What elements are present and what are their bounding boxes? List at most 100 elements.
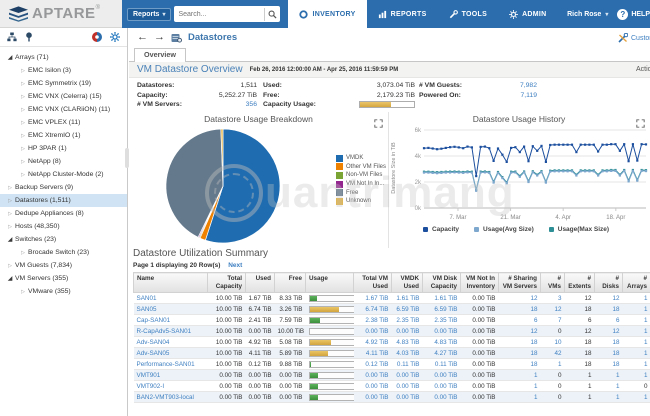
- column-header-sharing_vm_servers[interactable]: # Sharing VM Servers: [499, 273, 541, 293]
- cell-link[interactable]: 4.83 TiB: [396, 339, 419, 346]
- sidebar-item-vm-guests[interactable]: ▷VM Guests (7,834): [0, 259, 127, 272]
- cell-total_vm_used[interactable]: 2.38 TiB: [354, 315, 392, 326]
- cell-link[interactable]: 1: [616, 372, 620, 379]
- cell-link[interactable]: VMT901: [137, 372, 161, 379]
- cell-link[interactable]: SAN01: [137, 295, 157, 302]
- cell-link[interactable]: 0.00 TiB: [396, 394, 419, 401]
- hierarchy-icon[interactable]: [7, 32, 17, 42]
- cell-disks[interactable]: 18: [595, 304, 623, 315]
- cell-link[interactable]: 1: [644, 306, 648, 313]
- cell-arrays[interactable]: 1: [623, 304, 650, 315]
- cell-link[interactable]: SAN05: [137, 306, 157, 313]
- expand-icon[interactable]: ▷: [5, 198, 15, 204]
- expand-icon[interactable]: ▷: [18, 250, 28, 256]
- cell-disks[interactable]: 12: [595, 293, 623, 304]
- cell-link[interactable]: 1: [644, 339, 648, 346]
- location-pin-icon[interactable]: [25, 32, 33, 42]
- cell-link[interactable]: 0.00 TiB: [365, 328, 388, 335]
- cell-link[interactable]: 1: [644, 295, 648, 302]
- cell-vms[interactable]: 10: [541, 337, 565, 348]
- nav-tab-reports[interactable]: REPORTS: [367, 0, 438, 28]
- cell-link[interactable]: 10: [554, 339, 561, 346]
- cell-link[interactable]: 12: [530, 328, 537, 335]
- collapse-icon[interactable]: ◢: [5, 54, 15, 61]
- cell-link[interactable]: 4.83 TiB: [434, 339, 457, 346]
- cell-total_vm_used[interactable]: 0.12 TiB: [354, 359, 392, 370]
- nav-tab-inventory[interactable]: INVENTORY: [288, 0, 366, 28]
- cell-link[interactable]: R-CapAdv5-SAN01: [137, 328, 192, 335]
- stat-value[interactable]: 356: [246, 101, 257, 108]
- sidebar-item-arrays[interactable]: ◢Arrays (71): [0, 51, 127, 64]
- expand-icon[interactable]: ▷: [18, 289, 28, 295]
- sidebar-item-emc-vnx[interactable]: ▷EMC VNX (CLARiiON) (11): [0, 103, 127, 116]
- column-header-extents[interactable]: # Extents: [565, 273, 595, 293]
- stat-value[interactable]: 7,982: [520, 82, 537, 89]
- cell-link[interactable]: 0.00 TiB: [365, 372, 388, 379]
- cell-vms[interactable]: 7: [541, 315, 565, 326]
- collapse-icon[interactable]: ◢: [5, 275, 15, 282]
- cell-link[interactable]: 6.59 TiB: [434, 306, 457, 313]
- expand-icon[interactable]: ▷: [5, 185, 15, 191]
- cell-vms[interactable]: 42: [541, 348, 565, 359]
- sidebar-item-emc-symmetrix[interactable]: ▷EMC Symmetrix (19): [0, 77, 127, 90]
- cell-link[interactable]: 6.74 TiB: [365, 306, 388, 313]
- cell-link[interactable]: 0.00 TiB: [396, 328, 419, 335]
- expand-icon[interactable]: ▷: [18, 133, 28, 139]
- cell-vm_disk_capacity[interactable]: 0.00 TiB: [423, 381, 461, 392]
- cell-link[interactable]: 12: [612, 295, 619, 302]
- cell-link[interactable]: 0.00 TiB: [396, 383, 419, 390]
- cell-disks[interactable]: 1: [595, 370, 623, 381]
- cell-link[interactable]: 1: [644, 361, 648, 368]
- stat-value[interactable]: 7,119: [520, 92, 537, 99]
- cell-link[interactable]: 1: [558, 361, 562, 368]
- cell-sharing_vm_servers[interactable]: 1: [499, 370, 541, 381]
- cell-vmdk_used[interactable]: 0.00 TiB: [392, 381, 423, 392]
- cell-link[interactable]: 0.12 TiB: [365, 361, 388, 368]
- sidebar-item-emc-vplex[interactable]: ▷EMC VPLEX (11): [0, 116, 127, 129]
- next-page-link[interactable]: Next: [228, 262, 242, 269]
- cell-link[interactable]: 1: [644, 394, 648, 401]
- cell-link[interactable]: 18: [612, 306, 619, 313]
- sidebar-item-emc-isilon[interactable]: ▷EMC Isilon (3): [0, 64, 127, 77]
- cell-link[interactable]: Cap-SAN01: [137, 317, 171, 324]
- cell-vm_disk_capacity[interactable]: 6.59 TiB: [423, 304, 461, 315]
- cell-link[interactable]: 6: [534, 317, 538, 324]
- cell-total_vm_used[interactable]: 0.00 TiB: [354, 326, 392, 337]
- cell-name[interactable]: Cap-SAN01: [134, 315, 208, 326]
- cell-arrays[interactable]: 1: [623, 326, 650, 337]
- cell-link[interactable]: 2.35 TiB: [396, 317, 419, 324]
- nav-tab-tools[interactable]: TOOLS: [438, 0, 498, 28]
- cell-sharing_vm_servers[interactable]: 18: [499, 337, 541, 348]
- cell-name[interactable]: BAN2-VMT903-local: [134, 392, 208, 403]
- cell-vms[interactable]: 3: [541, 293, 565, 304]
- cell-total_vm_used[interactable]: 6.74 TiB: [354, 304, 392, 315]
- sidebar-item-brocade-switch[interactable]: ▷Brocade Switch (23): [0, 246, 127, 259]
- cell-link[interactable]: 1: [534, 372, 538, 379]
- sidebar-item-dedupe-appliances[interactable]: ▷Dedupe Appliances (8): [0, 207, 127, 220]
- cell-disks[interactable]: 6: [595, 315, 623, 326]
- expand-icon[interactable]: ▷: [18, 107, 28, 113]
- expand-icon[interactable]: ▷: [18, 146, 28, 152]
- cell-vm_disk_capacity[interactable]: 0.00 TiB: [423, 370, 461, 381]
- cell-link[interactable]: 18: [530, 339, 537, 346]
- cell-sharing_vm_servers[interactable]: 1: [499, 381, 541, 392]
- cell-link[interactable]: 12: [554, 306, 561, 313]
- cell-vm_disk_capacity[interactable]: 4.83 TiB: [423, 337, 461, 348]
- cell-link[interactable]: 1: [644, 317, 648, 324]
- cell-link[interactable]: BAN2-VMT903-local: [137, 394, 194, 401]
- cell-link[interactable]: 3: [558, 295, 562, 302]
- cell-link[interactable]: 0.00 TiB: [434, 372, 457, 379]
- column-header-vm_disk_capacity[interactable]: VM Disk Capacity: [423, 273, 461, 293]
- cell-sharing_vm_servers[interactable]: 1: [499, 392, 541, 403]
- column-header-usage[interactable]: Usage: [306, 273, 354, 293]
- cell-link[interactable]: 6: [616, 317, 620, 324]
- cell-link[interactable]: 1: [644, 372, 648, 379]
- cell-name[interactable]: Performance-SAN01: [134, 359, 208, 370]
- cell-name[interactable]: R-CapAdv5-SAN01: [134, 326, 208, 337]
- cell-arrays[interactable]: 1: [623, 392, 650, 403]
- cell-arrays[interactable]: 1: [623, 315, 650, 326]
- cell-link[interactable]: 18: [530, 350, 537, 357]
- user-menu[interactable]: Rich Rose ▾: [567, 11, 608, 18]
- cell-link[interactable]: 0.00 TiB: [365, 383, 388, 390]
- cell-arrays[interactable]: 1: [623, 348, 650, 359]
